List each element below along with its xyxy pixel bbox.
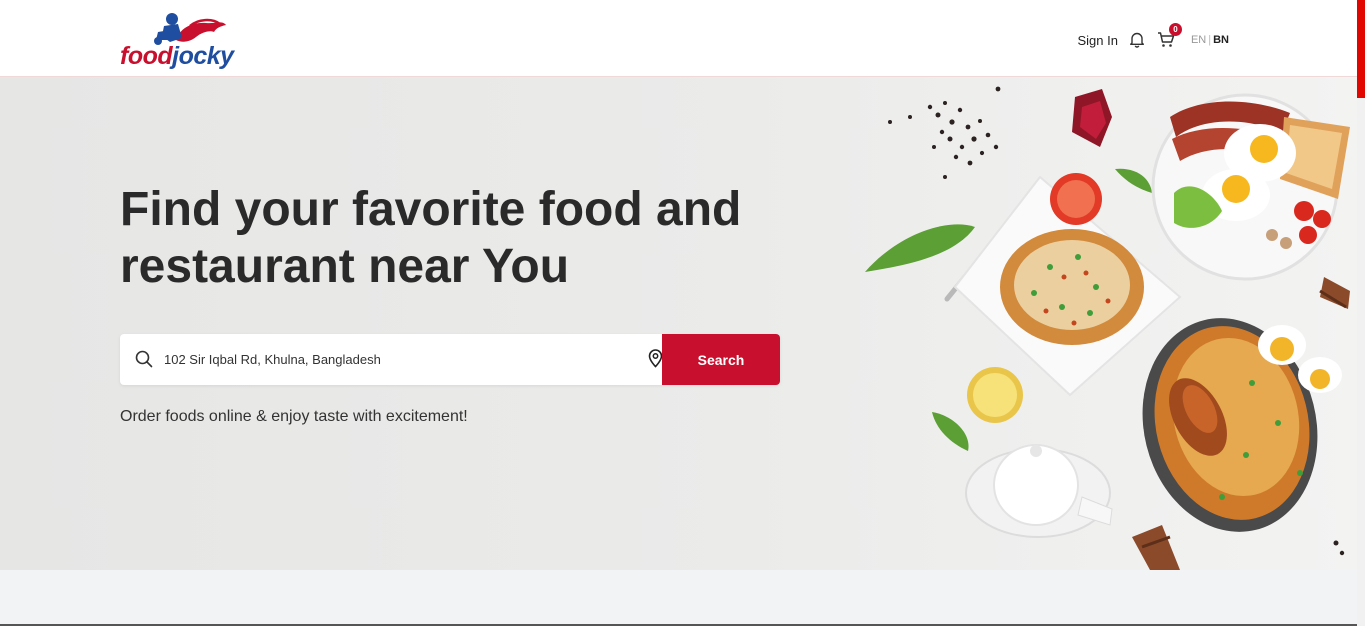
brand-logo[interactable]: foodjocky (118, 10, 243, 70)
search-icon (135, 350, 153, 368)
site-header: foodjocky Sign In 0 EN | BN (0, 0, 1357, 77)
hero-subtitle: Order foods online & enjoy taste with ex… (120, 408, 468, 425)
cart-count-badge: 0 (1168, 23, 1182, 36)
lang-en-option[interactable]: EN (1191, 34, 1206, 46)
notification-button[interactable] (1129, 31, 1147, 49)
brand-wordmark: foodjocky (120, 42, 234, 70)
hero-title: Find your favorite food and restaurant n… (120, 181, 760, 295)
sign-in-link[interactable]: Sign In (1077, 33, 1117, 48)
brand-word-jocky: jocky (172, 42, 234, 70)
header-nav: Sign In 0 EN | BN (1077, 23, 1229, 54)
location-search-input[interactable] (164, 334, 644, 385)
location-search-bar: Search (120, 334, 780, 385)
bell-icon (1129, 32, 1144, 48)
lang-bn-option[interactable]: BN (1213, 34, 1229, 46)
map-pin-icon[interactable] (648, 349, 663, 368)
lang-separator: | (1208, 34, 1212, 46)
scrollbar-thumb[interactable] (1357, 0, 1365, 98)
cart-button[interactable]: 0 (1157, 23, 1182, 49)
search-button[interactable]: Search (662, 334, 780, 385)
language-switcher: EN | BN (1191, 34, 1229, 46)
food-dishes-illustration (865, 86, 1350, 570)
hero-title-line-1: Find your favorite food and (120, 183, 742, 236)
hero-section: Find your favorite food and restaurant n… (0, 77, 1357, 570)
page-scrollbar[interactable] (1357, 0, 1365, 626)
brand-word-food: food (120, 42, 173, 70)
hero-title-line-2: restaurant near You (120, 240, 570, 293)
